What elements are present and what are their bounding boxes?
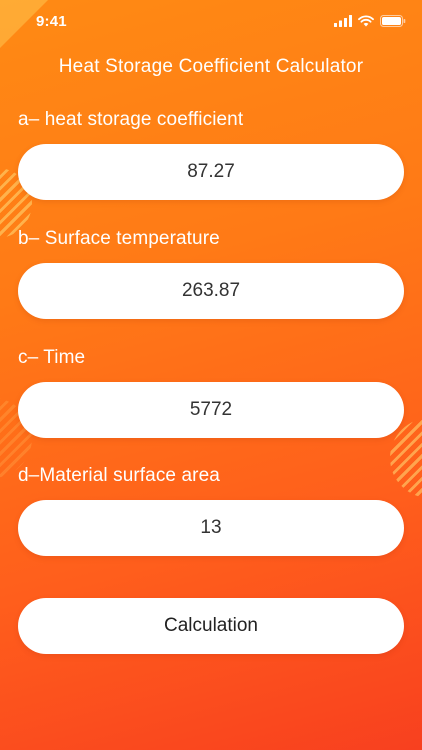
coefficient-input[interactable] (18, 144, 404, 200)
surface-temperature-label: b– Surface temperature (18, 228, 220, 249)
calculator-screen: 9:41 Heat Storage Coefficient Calculator… (0, 0, 422, 750)
calculation-button[interactable]: Calculation (18, 598, 404, 654)
page-title: Heat Storage Coefficient Calculator (58, 56, 364, 77)
surface-area-input[interactable] (18, 500, 404, 556)
surface-area-field[interactable] (18, 500, 404, 556)
wifi-icon (358, 15, 374, 27)
surface-area-label: d–Material surface area (18, 465, 220, 486)
status-bar: 9:41 (0, 0, 422, 44)
cellular-signal-icon (334, 15, 352, 27)
status-time: 9:41 (36, 13, 67, 30)
surface-temperature-input[interactable] (18, 263, 404, 319)
time-input[interactable] (18, 382, 404, 438)
surface-temperature-field[interactable] (18, 263, 404, 319)
time-label: c– Time (18, 347, 86, 368)
time-field[interactable] (18, 382, 404, 438)
battery-icon (380, 15, 406, 27)
coefficient-field[interactable] (18, 144, 404, 200)
coefficient-label: a– heat storage coefficient (18, 109, 244, 130)
status-icons (334, 15, 406, 27)
